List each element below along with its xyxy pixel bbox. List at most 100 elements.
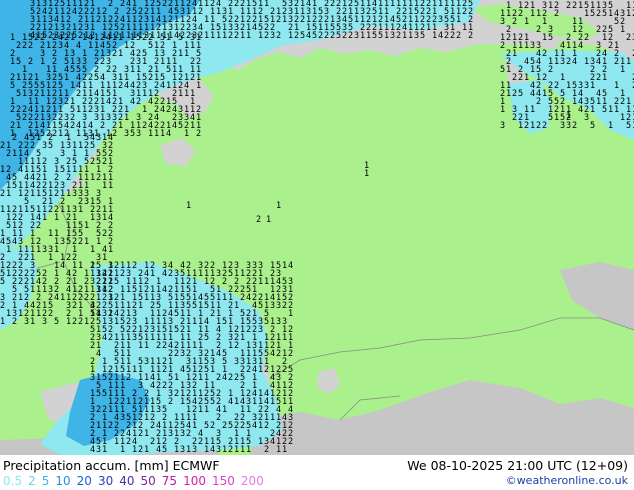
grid-digit: 1	[6, 269, 11, 279]
grid-digit: 1	[258, 365, 263, 375]
grid-digit: 3	[136, 129, 141, 139]
grid-digit: 2	[614, 57, 619, 67]
grid-digit: 1	[118, 49, 123, 59]
grid-digit: 4	[72, 7, 77, 17]
grid-digit: 1	[518, 41, 523, 51]
grid-digit: 1	[614, 105, 619, 115]
grid-digit: 5	[166, 65, 171, 75]
grid-digit: 1	[572, 25, 577, 35]
grid-digit: 2	[542, 121, 547, 131]
grid-digit: 1	[228, 341, 233, 351]
grid-digit: 3	[90, 373, 95, 383]
grid-digit: 2	[608, 41, 613, 51]
legend-level: 2	[28, 474, 36, 488]
grid-digit: 1	[178, 49, 183, 59]
grid-value: 1	[186, 201, 191, 211]
grid-digit: 1	[626, 57, 631, 67]
grid-digit: 1	[0, 205, 5, 215]
grid-digit: 2	[596, 9, 601, 19]
grid-digit: 2	[566, 1, 571, 11]
grid-digit: 2	[108, 309, 113, 319]
grid-digit: 2	[100, 57, 105, 67]
grid-digit: 1	[196, 81, 201, 91]
grid-digit: 4	[160, 105, 165, 115]
grid-digit: 1	[174, 373, 179, 383]
grid-digit: 3	[144, 357, 149, 367]
grid-digit: 3	[96, 445, 101, 455]
grid-digit: 2	[444, 31, 449, 41]
grid-digit: 2	[524, 1, 529, 11]
grid-digit: 2	[566, 57, 571, 67]
grid-digit: 1	[258, 31, 263, 41]
grid-digit: 1	[16, 121, 21, 131]
grid-digit: 1	[120, 445, 125, 455]
grid-digit: 1	[234, 397, 239, 407]
grid-digit: 1	[22, 89, 27, 99]
grid-digit: 2	[12, 133, 17, 143]
grid-digit: 4	[210, 445, 215, 455]
grid-digit: 5	[102, 373, 107, 383]
grid-digit: 1	[192, 341, 197, 351]
grid-digit: 1	[566, 81, 571, 91]
grid-digit: 3	[270, 301, 275, 311]
grid-digit: 1	[270, 413, 275, 423]
grid-digit: 3	[584, 81, 589, 91]
grid-digit: 2	[324, 31, 329, 41]
grid-digit: 1	[530, 65, 535, 75]
grid-digit: 2	[210, 309, 215, 319]
grid-digit: 1	[192, 421, 197, 431]
grid-digit: 4	[150, 381, 155, 391]
grid-digit: 2	[264, 31, 269, 41]
legend-level: 10	[55, 474, 71, 488]
grid-digit: 2	[330, 0, 335, 9]
grid-digit: 1	[246, 445, 251, 455]
grid-digit: 5	[300, 31, 305, 41]
grid-digit: 1	[144, 341, 149, 351]
grid-digit: 5	[222, 317, 227, 327]
grid-digit: 2	[0, 141, 5, 151]
grid-digit: 4	[124, 81, 129, 91]
grid-digit: 4	[222, 373, 227, 383]
grid-digit: 1	[30, 285, 35, 295]
legend-level: 30	[97, 474, 114, 488]
grid-digit: 4	[438, 31, 443, 41]
grid-digit: 2	[198, 7, 203, 17]
grid-digit: 3	[42, 245, 47, 255]
grid-digit: 1	[102, 285, 107, 295]
grid-digit: 2	[90, 341, 95, 351]
grid-digit: 1	[360, 31, 365, 41]
grid-digit: 4	[270, 437, 275, 447]
grid-digit: 1	[354, 15, 359, 25]
grid-digit: 2	[96, 173, 101, 183]
grid-digit: 5	[48, 141, 53, 151]
grid-digit: 1	[608, 105, 613, 115]
grid-digit: 5	[590, 121, 595, 131]
grid-digit: 2	[88, 105, 93, 115]
grid-digit: 1	[76, 105, 81, 115]
grid-digit: 5	[102, 389, 107, 399]
grid-digit: 3	[168, 429, 173, 439]
grid-digit: 1	[258, 277, 263, 287]
grid-digit: 1	[620, 25, 625, 35]
grid-digit: 3	[354, 31, 359, 41]
grid-digit: 1	[620, 65, 625, 75]
legend-level: 100	[183, 474, 206, 488]
grid-digit: 2	[10, 105, 15, 115]
grid-digit: 2	[162, 341, 167, 351]
grid-digit: 4	[288, 261, 293, 271]
grid-digit: 1	[566, 41, 571, 51]
grid-digit: 2	[18, 277, 23, 287]
grid-digit: 1	[84, 317, 89, 327]
grid-digit: 1	[102, 181, 107, 191]
grid-digit: 5	[178, 33, 183, 43]
grid-digit: 2	[24, 253, 29, 263]
grid-digit: 2	[462, 7, 467, 17]
grid-digit: 1	[560, 73, 565, 83]
grid-digit: 1	[166, 33, 171, 43]
grid-digit: 3	[270, 31, 275, 41]
grid-digit: 4	[572, 57, 577, 67]
grid-digit: 4	[102, 333, 107, 343]
grid-digit: 1	[144, 429, 149, 439]
grid-digit: 2	[126, 373, 131, 383]
grid-digit: 1	[138, 341, 143, 351]
